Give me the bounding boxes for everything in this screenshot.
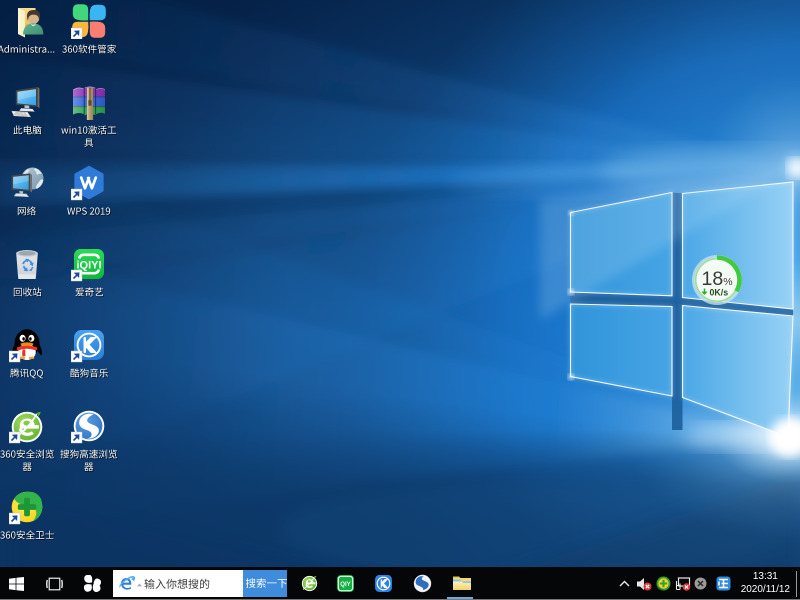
svg-text:QIY: QIY [340,582,350,588]
svg-text:0K/s: 0K/s [710,287,729,297]
